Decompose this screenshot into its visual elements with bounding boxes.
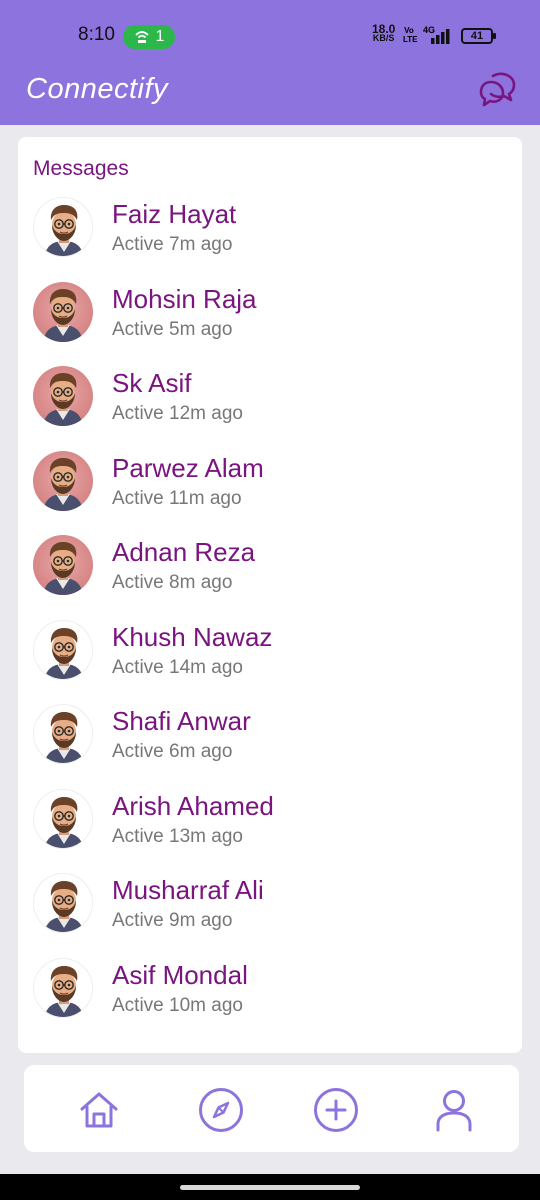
contact-name: Shafi Anwar: [112, 706, 251, 736]
avatar-illustration: [43, 542, 83, 595]
avatar[interactable]: [33, 704, 93, 764]
contact-status: Active 7m ago: [112, 234, 233, 255]
system-gesture-area: [0, 1174, 540, 1200]
avatar[interactable]: [33, 366, 93, 426]
avatar-illustration: [44, 712, 84, 763]
message-item[interactable]: Shafi Anwar Active 6m ago: [18, 694, 522, 779]
avatar-illustration: [43, 373, 83, 426]
battery-level: 41: [470, 30, 484, 42]
message-item[interactable]: Arish Ahamed Active 13m ago: [18, 779, 522, 864]
contact-name: Musharraf Ali: [112, 875, 264, 905]
contact-status: Active 11m ago: [112, 487, 242, 509]
avatar[interactable]: [33, 281, 93, 342]
hotspot-badge: 1: [123, 25, 175, 49]
contact-name: Khush Nawaz: [112, 621, 273, 652]
contact-status: Active 13m ago: [112, 825, 243, 847]
contact-name: Asif Mondal: [112, 959, 248, 990]
battery-icon: 41: [461, 28, 496, 44]
message-item[interactable]: Mohsin Raja Active 5m ago: [18, 272, 522, 357]
nav-explore-button[interactable]: [198, 1087, 244, 1133]
avatar-illustration: [44, 881, 84, 932]
avatar-illustration: [43, 457, 83, 511]
nav-add-button[interactable]: [313, 1087, 359, 1133]
network-speed: 18.0 KB/S: [372, 23, 395, 43]
avatar-illustration: [44, 965, 84, 1017]
contact-status: Active 5m ago: [112, 318, 233, 340]
contact-name: Mohsin Raja: [112, 283, 257, 314]
volte-label: Vo LTE: [403, 26, 418, 44]
add-circle-icon: [314, 1088, 358, 1132]
avatar-illustration: [44, 796, 84, 848]
status-bar: 8:10 1 18.0 KB/S Vo LTE 4G 41: [0, 14, 540, 58]
contact-status: Active 6m ago: [112, 741, 233, 762]
avatar[interactable]: [33, 535, 93, 595]
hotspot-icon: [134, 31, 149, 43]
contact-status: Active 9m ago: [112, 910, 233, 931]
avatar-illustration: [43, 288, 83, 342]
status-time: 8:10: [78, 24, 115, 45]
messages-list: Faiz Hayat Active 7m ago Mohsin Raja Act…: [18, 187, 522, 1032]
nav-home-button[interactable]: [76, 1087, 122, 1133]
contact-status: Active 10m ago: [112, 994, 243, 1016]
network-speed-unit: KB/S: [372, 33, 395, 43]
hotspot-count: 1: [155, 28, 165, 45]
app-title: Connectify: [26, 73, 169, 105]
avatar[interactable]: [33, 788, 93, 849]
avatar[interactable]: [33, 619, 93, 680]
contact-name: Adnan Reza: [112, 537, 256, 567]
signal-icon: [431, 29, 450, 44]
message-item[interactable]: Sk Asif Active 12m ago: [18, 356, 522, 441]
message-item[interactable]: Parwez Alam Active 11m ago: [18, 441, 522, 526]
avatar[interactable]: [33, 197, 93, 257]
bottom-nav: [24, 1065, 519, 1152]
messages-card: Messages Faiz Hayat Active 7m ago Mohsin…: [18, 137, 522, 1053]
contact-name: Arish Ahamed: [112, 790, 274, 821]
home-icon: [80, 1092, 118, 1128]
messages-title: Messages: [33, 157, 129, 180]
contact-name: Faiz Hayat: [112, 199, 237, 229]
message-item[interactable]: Asif Mondal Active 10m ago: [18, 948, 522, 1033]
chat-bubbles-button[interactable]: [478, 70, 518, 110]
nav-profile-button[interactable]: [431, 1087, 477, 1133]
message-item[interactable]: Adnan Reza Active 8m ago: [18, 525, 522, 610]
chat-bubbles-icon: [479, 72, 516, 107]
compass-icon: [199, 1088, 243, 1132]
gesture-handle[interactable]: [180, 1185, 360, 1190]
avatar-illustration: [44, 627, 84, 679]
message-item[interactable]: Musharraf Ali Active 9m ago: [18, 863, 522, 948]
contact-status: Active 8m ago: [112, 572, 233, 593]
avatar[interactable]: [33, 957, 93, 1018]
avatar[interactable]: [33, 450, 93, 511]
contact-status: Active 14m ago: [112, 656, 243, 678]
contact-status: Active 12m ago: [112, 403, 243, 424]
app-bar: 8:10 1 18.0 KB/S Vo LTE 4G 41 Connectify: [0, 0, 540, 125]
contact-name: Parwez Alam: [112, 452, 264, 483]
avatar[interactable]: [33, 873, 93, 933]
profile-icon: [436, 1090, 472, 1132]
message-item[interactable]: Faiz Hayat Active 7m ago: [18, 187, 522, 272]
avatar-illustration: [44, 205, 84, 256]
message-item[interactable]: Khush Nawaz Active 14m ago: [18, 610, 522, 695]
contact-name: Sk Asif: [112, 368, 192, 398]
